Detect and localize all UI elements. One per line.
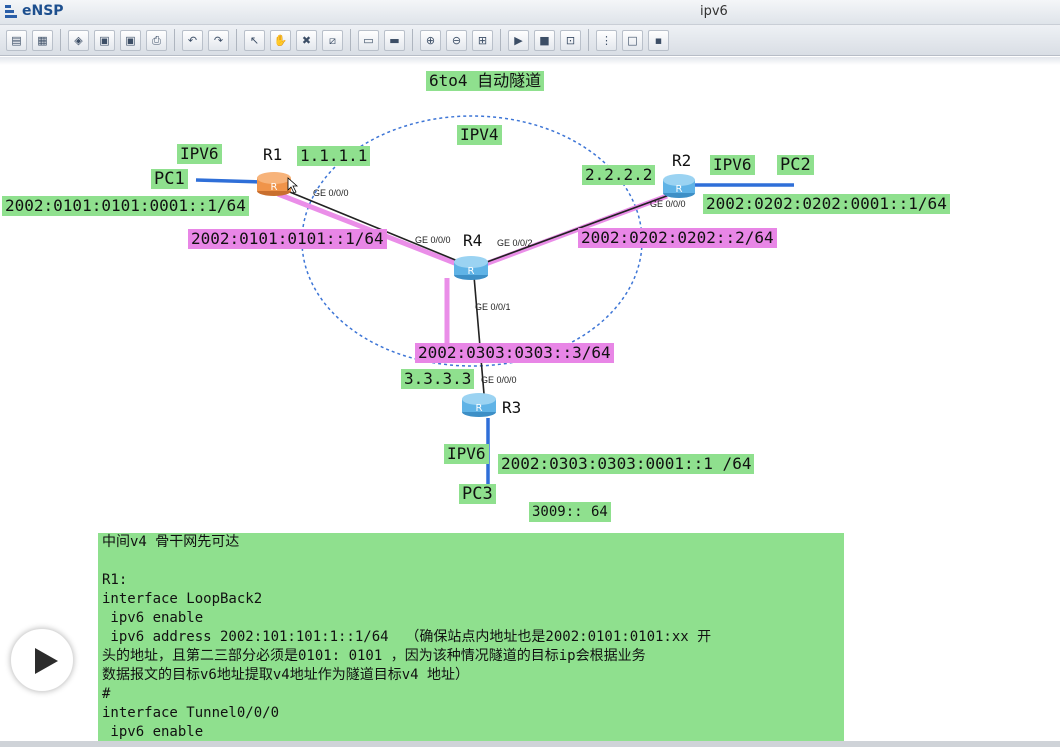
pc3-ipv6-tag: IPV6 <box>444 444 489 464</box>
ipv4-area-label: IPV4 <box>457 125 502 145</box>
port-r4-g000: GE 0/0/0 <box>415 235 451 245</box>
pc2-label[interactable]: PC2 <box>777 155 814 175</box>
ensp-logo-icon <box>5 5 17 18</box>
note-line: interface LoopBack2 <box>102 591 263 607</box>
pc1-address: 2002:0101:0101:0001::1/64 <box>2 196 249 216</box>
port-r2-g000: GE 0/0/0 <box>650 199 686 209</box>
maximize-icon[interactable]: □ <box>622 30 643 51</box>
note-line: 头的地址，且第二三部分必须是0101: 0101 ，因为该种情况隧道的目标ip会… <box>102 648 646 664</box>
note-line: interface Tunnel0/0/0 <box>102 705 280 721</box>
pc3-address: 2002:0303:0303:0001::1 /64 <box>498 454 755 474</box>
note-line: 数据报文的目标v6地址提取v4地址作为隧道目标v4 地址） <box>102 667 469 683</box>
toolbar-separator <box>236 29 237 51</box>
title-bar: eNSP ipv6 <box>0 0 1060 25</box>
zoom-in-icon[interactable]: ⊕ <box>420 30 441 51</box>
link-r1-r4 <box>279 187 471 267</box>
toolbar-separator <box>588 29 589 51</box>
toolbar: ▤ ▦ ◈ ▣ ▣ ⎙ ↶ ↷ ↖ ✋ ✖ ⧄ ▭ ▬ ⊕ ⊖ ⊞ ▶ ■ ⊡ ⋮ □ ▪ <box>0 25 1060 56</box>
print-icon[interactable]: ⎙ <box>146 30 167 51</box>
port-r3-g000: GE 0/0/0 <box>481 375 517 385</box>
drag-icon[interactable]: ✋ <box>270 30 291 51</box>
note-line <box>102 552 844 571</box>
r2-tunnel-address: 2002:0202:0202::2/64 <box>578 228 777 248</box>
router-r3-icon: R <box>462 393 496 417</box>
note-line: R1: <box>102 572 128 588</box>
toolbar-separator <box>412 29 413 51</box>
fit-icon[interactable]: ⊞ <box>472 30 493 51</box>
save-as-icon[interactable]: ▣ <box>120 30 141 51</box>
svg-text:R: R <box>476 403 483 414</box>
window-title: ipv6 <box>700 4 728 19</box>
router-r2-name: R2 <box>672 151 692 170</box>
r1-tunnel-address: 2002:0101:0101::1/64 <box>188 229 387 249</box>
router-r4-name: R4 <box>463 231 483 250</box>
toolbar-shadow <box>0 57 1060 65</box>
topology-title: 6to4 自动隧道 <box>426 71 545 91</box>
new-topology-icon[interactable]: ▤ <box>6 30 27 51</box>
r1-ipv4-address: 1.1.1.1 <box>297 146 371 166</box>
cli-icon[interactable]: ▪ <box>648 30 669 51</box>
pc3-label[interactable]: PC3 <box>459 484 496 504</box>
app-name: eNSP <box>22 3 64 19</box>
note-line: ipv6 address 2002:101:101:1::1/64 （确保站点内… <box>102 629 712 645</box>
config-note: 中间v4 骨干网先可达 R1: interface LoopBack2 ipv6 e… <box>98 533 844 747</box>
pc1-label[interactable]: PC1 <box>151 169 188 189</box>
undo-icon[interactable]: ↶ <box>182 30 203 51</box>
open-icon[interactable]: ◈ <box>68 30 89 51</box>
toolbar-separator <box>60 29 61 51</box>
note-line: # <box>102 686 111 702</box>
router-r4-icon: R <box>454 256 488 280</box>
svg-text:R: R <box>676 184 683 195</box>
toolbar-separator <box>174 29 175 51</box>
stop-device-icon[interactable]: ■ <box>534 30 555 51</box>
delete-icon[interactable]: ✖ <box>296 30 317 51</box>
link-pc1-r1 <box>195 178 263 184</box>
pc2-ipv6-tag: IPV6 <box>710 155 755 175</box>
svg-text:R: R <box>271 182 278 193</box>
note-line: ipv6 enable <box>102 610 204 626</box>
extra-prefix-label: 3009:: 64 <box>529 502 611 522</box>
redo-icon[interactable]: ↷ <box>208 30 229 51</box>
save-icon[interactable]: ▣ <box>94 30 115 51</box>
r3-ipv4-address: 3.3.3.3 <box>401 369 475 389</box>
router-r1-icon: R <box>257 172 291 196</box>
new-example-icon[interactable]: ▦ <box>32 30 53 51</box>
note-line: 中间v4 骨干网先可达 <box>102 534 240 550</box>
port-r4-g002: GE 0/0/2 <box>497 238 533 248</box>
port-r1-g000: GE 0/0/0 <box>313 188 349 198</box>
horizontal-scrollbar[interactable] <box>0 741 1060 747</box>
pc1-ipv6-tag: IPV6 <box>177 144 222 164</box>
r2-ipv4-address: 2.2.2.2 <box>582 165 656 185</box>
toolbar-separator <box>500 29 501 51</box>
router-r1-name: R1 <box>263 145 283 164</box>
text-icon[interactable]: ▭ <box>358 30 379 51</box>
pc2-address: 2002:0202:0202:0001::1/64 <box>703 194 950 214</box>
r3-tunnel-address: 2002:0303:0303::3/64 <box>415 343 614 363</box>
play-icon <box>35 648 58 674</box>
capture-icon[interactable]: ⊡ <box>560 30 581 51</box>
play-button[interactable] <box>10 628 74 692</box>
start-device-icon[interactable]: ▶ <box>508 30 529 51</box>
svg-text:R: R <box>468 266 475 277</box>
zoom-out-icon[interactable]: ⊖ <box>446 30 467 51</box>
router-r3-name: R3 <box>502 398 522 417</box>
port-r4-g001: GE 0/0/1 <box>475 302 511 312</box>
router-r2-icon: R <box>663 174 695 198</box>
toolbar-separator <box>350 29 351 51</box>
select-icon[interactable]: ↖ <box>244 30 265 51</box>
delete-link-icon[interactable]: ⧄ <box>322 30 343 51</box>
note-line: ipv6 enable <box>102 724 204 740</box>
palette-icon[interactable]: ▬ <box>384 30 405 51</box>
topology-icon[interactable]: ⋮ <box>596 30 617 51</box>
